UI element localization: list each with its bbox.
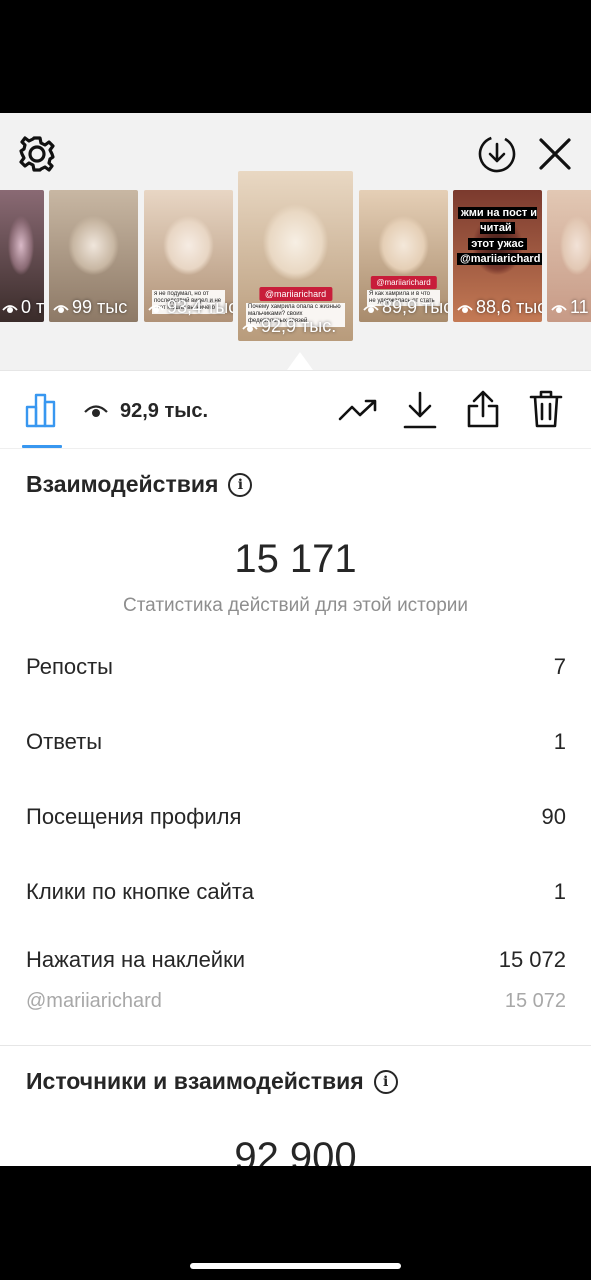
insights-toolbar: 92,9 тыс. — [0, 371, 591, 449]
story-thumbnail[interactable]: я не подумал, но от последствий видел и … — [144, 190, 233, 322]
sources-header: Источники и взаимодействия i — [26, 1068, 398, 1095]
story-views: 88,6 тыс — [457, 297, 542, 318]
eye-icon — [53, 300, 69, 316]
story-views: 0 тыс — [2, 297, 44, 318]
bar-chart-icon — [25, 393, 56, 428]
selected-story-pointer — [287, 352, 313, 370]
stat-row-profile-visits: Посещения профиля 90 — [26, 804, 566, 830]
story-views: 93,4 тыс — [148, 297, 233, 318]
download-icon — [403, 391, 437, 429]
close-icon — [539, 138, 571, 170]
story-overlay-text: жми на пост и читай этот ужас @mariiaric… — [457, 206, 542, 268]
story-strip-area: 0 тыс 99 тыс я не подумал, но от последс… — [0, 113, 591, 371]
story-views: 99 тыс — [53, 297, 127, 318]
eye-icon — [242, 319, 258, 335]
story-thumbnails: 0 тыс 99 тыс я не подумал, но от последс… — [0, 171, 591, 343]
story-view-count-value: 92,9 тыс. — [120, 399, 209, 422]
story-views: 11 — [551, 297, 589, 318]
gear-icon — [19, 136, 55, 172]
sources-total: 92 900 — [234, 1135, 357, 1166]
story-thumbnail[interactable]: жми на пост и читай этот ужас @mariiaric… — [453, 190, 542, 322]
home-indicator[interactable] — [190, 1263, 401, 1269]
promote-button[interactable] — [336, 393, 380, 427]
trash-icon — [529, 390, 563, 428]
interactions-subtitle: Статистика действий для этой истории — [122, 595, 469, 616]
stat-label: Клики по кнопке сайта — [26, 879, 254, 904]
stat-value: 7 — [553, 654, 566, 679]
stat-value: 1 — [553, 879, 566, 904]
sources-title: Источники и взаимодействия — [26, 1068, 364, 1094]
interactions-title: Взаимодействия — [26, 471, 219, 497]
interactions-total: 15 171 — [234, 537, 357, 581]
story-thumbnail[interactable]: 0 тыс — [0, 190, 44, 322]
stat-label: Нажатия на наклейки — [26, 947, 246, 972]
stat-row-sticker-taps: Нажатия на наклейки 15 072 — [26, 947, 566, 973]
download-button[interactable] — [398, 389, 442, 431]
story-thumbnail[interactable]: 99 тыс — [49, 190, 138, 322]
mention-sticker: @mariiarichard — [258, 287, 333, 301]
stat-label: Ответы — [26, 729, 103, 754]
section-divider — [0, 1045, 591, 1046]
story-insights-screen: 0 тыс 99 тыс я не подумал, но от последс… — [0, 113, 591, 1166]
eye-icon — [551, 300, 567, 316]
sticker-detail-row: @mariiarichard 15 072 — [26, 990, 566, 1013]
stat-label: Посещения профиля — [26, 804, 242, 829]
sticker-mention-value: 15 072 — [504, 990, 566, 1012]
eye-icon — [2, 300, 18, 316]
eye-icon — [148, 300, 164, 316]
active-tab-indicator — [22, 445, 62, 448]
stat-value: 15 072 — [498, 947, 566, 972]
story-thumbnail-selected[interactable]: @mariiarichard Почему хамрила опала с жи… — [238, 171, 353, 341]
sticker-mention-label: @mariiarichard — [26, 990, 162, 1012]
interactions-header: Взаимодействия i — [26, 471, 253, 498]
stat-value: 1 — [553, 729, 566, 754]
mention-sticker: @mariiarichard — [370, 276, 437, 289]
stat-label: Репосты — [26, 654, 113, 679]
download-circle-icon — [478, 135, 516, 173]
story-thumbnail[interactable]: 11 — [547, 190, 591, 322]
stat-row-website-clicks: Клики по кнопке сайта 1 — [26, 879, 566, 905]
info-icon[interactable]: i — [373, 1069, 398, 1094]
share-button[interactable] — [461, 387, 505, 431]
stat-row-replies: Ответы 1 — [26, 729, 566, 755]
story-views: 92,9 тыс. — [242, 316, 336, 337]
story-view-count: 92,9 тыс. — [84, 397, 208, 425]
story-thumbnail[interactable]: @mariiarichard Я как хамрила и в что не … — [359, 190, 448, 322]
eye-icon — [84, 405, 108, 417]
share-icon — [467, 390, 499, 428]
insights-tab[interactable] — [14, 389, 72, 431]
eye-icon — [363, 300, 379, 316]
stat-value: 90 — [541, 804, 566, 829]
info-icon[interactable]: i — [228, 472, 253, 497]
trending-icon — [338, 399, 377, 421]
eye-icon — [457, 300, 473, 316]
story-views: 89,9 тыс — [363, 297, 448, 318]
delete-button[interactable] — [524, 387, 568, 431]
stat-row-reposts: Репосты 7 — [26, 654, 566, 680]
